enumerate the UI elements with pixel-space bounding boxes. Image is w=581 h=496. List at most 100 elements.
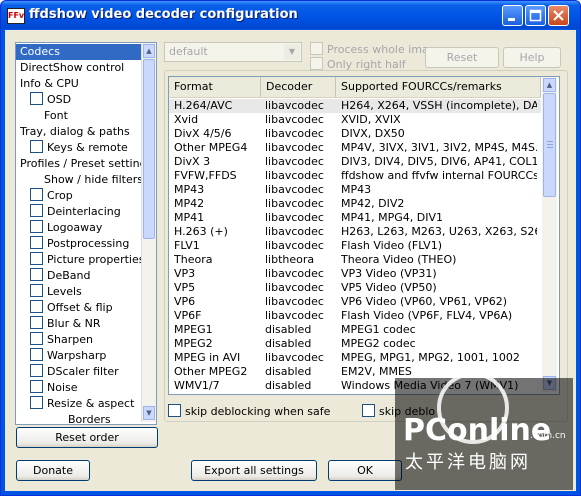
decoder-cell[interactable]: disabled [265,337,335,351]
donate-button[interactable]: Donate [16,460,90,481]
checkbox-box[interactable] [30,252,43,265]
checkbox-box[interactable] [30,316,43,329]
sidebar-item-noise[interactable]: Noise [16,380,78,396]
table-row[interactable]: FLV1 libavcodec Flash Video (FLV1) [169,239,541,253]
table-row[interactable]: MPEG in AVI libavcodec MPEG, MPG1, MPG2, 1… [169,351,541,365]
decoder-cell[interactable]: libavcodec [265,309,335,323]
decoder-cell[interactable]: libavcodec [265,141,335,155]
codecs-listview[interactable]: Format Decoder Supported FOURCCs/remarks… [168,76,560,395]
sidebar-item-dscaler-filter[interactable]: DScaler filter [16,364,119,380]
checkbox-box[interactable] [30,268,43,281]
maximize-button[interactable] [525,5,546,26]
decoder-cell[interactable]: libavcodec [265,169,335,183]
sidebar-item-directshow-control[interactable]: DirectShow control [16,60,124,76]
checkbox-box[interactable] [168,404,181,417]
checkbox-box[interactable] [30,380,43,393]
sidebar-item-crop[interactable]: Crop [16,188,73,204]
table-row[interactable]: MPEG2 disabled MPEG2 codec [169,337,541,351]
sidebar-item-warpsharp[interactable]: Warpsharp [16,348,106,364]
sidebar-item-font[interactable]: Font [16,108,68,124]
nav-scroll-thumb[interactable] [143,59,155,239]
help-button[interactable]: Help [503,47,561,68]
checkbox-box[interactable] [30,284,43,297]
decoder-cell[interactable]: libavcodec [265,225,335,239]
checkbox-box[interactable] [30,92,43,105]
table-row[interactable]: VP6 libavcodec VP6 Video (VP60, VP61, VP62… [169,295,541,309]
table-row[interactable]: VP6F libavcodec Flash Video (VP6F, FLV4, V… [169,309,541,323]
decoder-cell[interactable]: libavcodec [265,267,335,281]
checkbox-box[interactable] [30,364,43,377]
checkbox-box[interactable] [30,332,43,345]
checkbox-box[interactable] [30,348,43,361]
decoder-cell[interactable]: libavcodec [265,239,335,253]
sidebar-item-sharpen[interactable]: Sharpen [16,332,93,348]
checkbox-box[interactable] [310,42,323,55]
codecs-scroll-thumb[interactable] [543,93,556,197]
minimize-button[interactable] [502,5,523,26]
decoder-cell[interactable]: libavcodec [265,351,335,365]
table-row[interactable]: DivX 3 libavcodec DIV3, DIV4, DIV5, DIV6, … [169,155,541,169]
table-row[interactable]: MPEG1 disabled MPEG1 codec [169,323,541,337]
close-button[interactable] [548,5,569,26]
decoder-cell[interactable]: disabled [265,323,335,337]
table-row[interactable]: Theora libtheora Theora Video (THEO) [169,253,541,267]
sidebar-item-resize-aspect[interactable]: Resize & aspect [16,396,134,412]
table-row[interactable]: MP42 libavcodec MP42, DIV2 [169,197,541,211]
checkbox-box[interactable] [310,57,323,70]
decoder-cell[interactable]: libavcodec [265,211,335,225]
decoder-cell[interactable]: libtheora [265,253,335,267]
checkbox-box[interactable] [30,204,43,217]
ok-button[interactable]: OK [328,460,402,481]
decoder-cell[interactable]: libavcodec [265,281,335,295]
sidebar-item-show-hide-filters[interactable]: Show / hide filters [16,172,143,188]
decoder-cell[interactable]: libavcodec [265,295,335,309]
checkbox-box[interactable] [30,188,43,201]
table-row[interactable]: FVFW,FFDS libavcodec ffdshow and ffvfw int… [169,169,541,183]
decoder-cell[interactable]: libavcodec [265,183,335,197]
sidebar-item-osd[interactable]: OSD [16,92,71,108]
sidebar-item-levels[interactable]: Levels [16,284,82,300]
sidebar-item-logoaway[interactable]: Logoaway [16,220,102,236]
codecs-scrollbar[interactable]: ▲ ▼ [542,77,557,392]
decoder-cell[interactable]: disabled [265,379,335,393]
table-row[interactable]: H.263 (+) libavcodec H263, L263, M263, U26… [169,225,541,239]
checkbox-box[interactable] [30,236,43,249]
checkbox-box[interactable] [362,404,375,417]
sidebar-item-offset-flip[interactable]: Offset & flip [16,300,113,316]
chevron-down-icon[interactable]: ▼ [284,44,300,60]
sidebar-item-deinterlacing[interactable]: Deinterlacing [16,204,121,220]
title-bar[interactable]: FFv ffdshow video decoder configuration [1,1,580,29]
sidebar-item-deband[interactable]: DeBand [16,268,90,284]
reset-button[interactable]: Reset [425,47,499,68]
skip-deblocking-checkbox[interactable]: skip deblocking when safe [168,404,330,418]
table-row[interactable]: MP43 libavcodec MP43 [169,183,541,197]
checkbox-box[interactable] [30,300,43,313]
sidebar-item-codecs[interactable]: Codecs [16,44,144,60]
decoder-cell[interactable]: disabled [265,365,335,379]
decoder-cell[interactable]: libavcodec [265,113,335,127]
only-right-half-checkbox[interactable]: Only right half [310,57,406,71]
sidebar-item-blur-nr[interactable]: Blur & NR [16,316,101,332]
reset-order-button[interactable]: Reset order [16,427,158,448]
sidebar-item-info-cpu[interactable]: Info & CPU [16,76,79,92]
table-row[interactable]: DivX 4/5/6 libavcodec DIVX, DX50 [169,127,541,141]
decoder-cell[interactable]: libavcodec [265,99,335,113]
nav-scrollbar[interactable]: ▲ ▼ [141,43,156,422]
decoder-cell[interactable]: libavcodec [265,127,335,141]
table-row[interactable]: Other MPEG4 libavcodec MP4V, 3IVX, 3IV1, 3… [169,141,541,155]
column-header-fourccs[interactable]: Supported FOURCCs/remarks [336,77,541,97]
sidebar-item-keys-remote[interactable]: Keys & remote [16,140,128,156]
table-row[interactable]: MP41 libavcodec MP41, MPG4, DIV1 [169,211,541,225]
table-row[interactable]: Other MPEG2 disabled EM2V, MMES [169,365,541,379]
table-row[interactable]: VP5 libavcodec VP5 Video (VP50) [169,281,541,295]
checkbox-box[interactable] [30,396,43,409]
decoder-cell[interactable]: libavcodec [265,197,335,211]
export-all-settings-button[interactable]: Export all settings [191,460,317,481]
column-header-format[interactable]: Format [169,77,261,97]
checkbox-box[interactable] [30,220,43,233]
table-row[interactable]: H.264/AVC libavcodec H264, X264, VSSH (inc… [169,99,541,113]
scroll-down-arrow-icon[interactable]: ▼ [143,406,155,420]
sidebar-item-borders[interactable]: Borders [16,412,111,424]
preset-combobox[interactable]: default ▼ [164,42,302,62]
scroll-up-arrow-icon[interactable]: ▲ [143,44,155,58]
